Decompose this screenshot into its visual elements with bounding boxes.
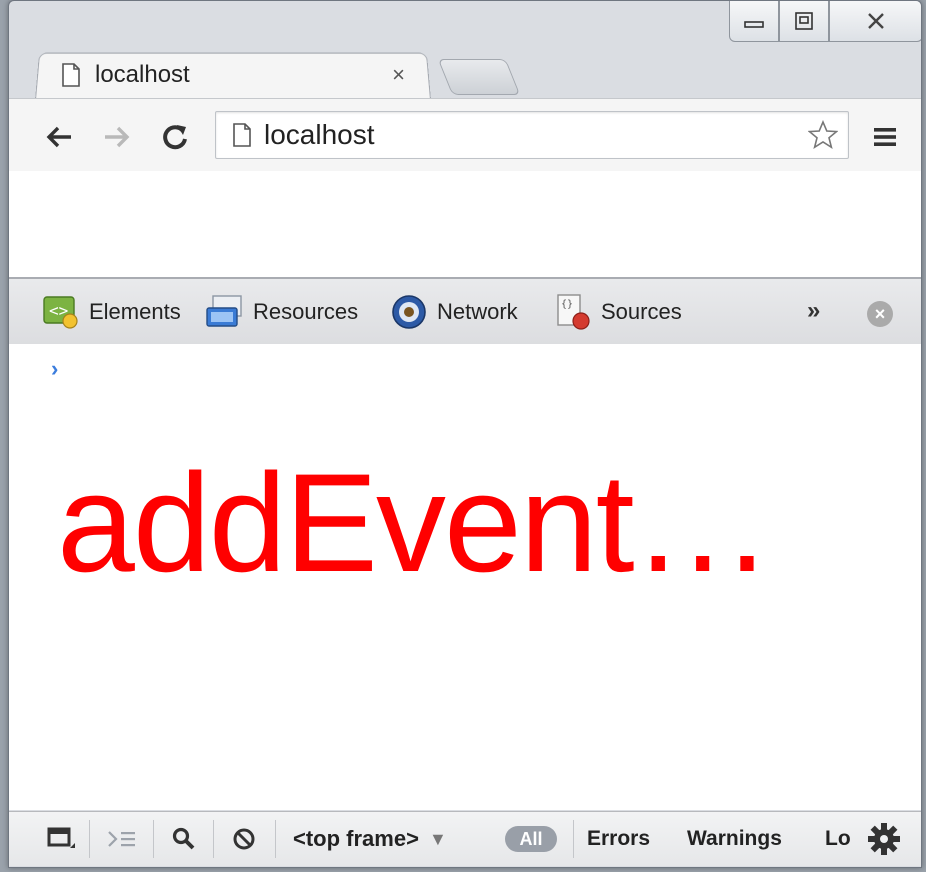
- network-icon: [389, 293, 429, 331]
- tab-strip: localhost ×: [9, 1, 921, 100]
- browser-toolbar: localhost: [9, 98, 921, 172]
- address-bar[interactable]: localhost: [215, 111, 849, 159]
- page-viewport: [9, 171, 921, 277]
- filter-errors[interactable]: Errors: [587, 812, 650, 866]
- more-tabs-button[interactable]: »: [807, 297, 820, 325]
- close-icon: [868, 13, 884, 29]
- restore-button[interactable]: [779, 1, 829, 42]
- tab-close-icon[interactable]: ×: [392, 62, 405, 88]
- overlay-caption: addEvent…: [57, 444, 773, 601]
- sources-icon: {}: [553, 293, 593, 331]
- separator: [89, 820, 90, 858]
- restore-icon: [795, 12, 813, 30]
- resources-icon: [205, 293, 245, 331]
- filter-logs[interactable]: Lo: [825, 812, 851, 866]
- reload-icon: [163, 125, 187, 150]
- console-panel[interactable]: › addEvent…: [9, 344, 921, 810]
- devtools-close-icon[interactable]: ×: [867, 301, 893, 327]
- tab-network[interactable]: Network: [389, 292, 518, 332]
- minimize-icon: [744, 21, 764, 28]
- back-arrow-icon: [46, 126, 71, 148]
- forward-button[interactable]: [97, 117, 137, 157]
- menu-button[interactable]: [865, 119, 905, 155]
- frame-select-value: <top frame>: [293, 826, 419, 851]
- new-tab-button[interactable]: [437, 59, 521, 95]
- filter-warnings[interactable]: Warnings: [687, 812, 782, 866]
- console-prompt-icon: ›: [51, 356, 59, 381]
- separator: [213, 820, 214, 858]
- tab-title: localhost: [95, 61, 190, 88]
- frame-select[interactable]: <top frame> ▼: [293, 812, 447, 866]
- star-icon[interactable]: [808, 120, 838, 150]
- hamburger-menu-icon: [874, 128, 896, 146]
- dock-button[interactable]: [37, 812, 85, 866]
- gear-icon[interactable]: [867, 822, 901, 856]
- dock-icon: [47, 827, 75, 848]
- minimize-button[interactable]: [729, 1, 779, 42]
- clear-icon: [233, 828, 255, 850]
- clear-console-button[interactable]: [219, 812, 269, 866]
- separator: [275, 820, 276, 858]
- tab-sources-label: Sources: [601, 299, 682, 324]
- tab-sources[interactable]: {} Sources: [553, 292, 682, 332]
- search-icon: [172, 827, 195, 850]
- svg-text:{}: {}: [561, 299, 573, 310]
- close-button[interactable]: [829, 1, 921, 42]
- tab-network-label: Network: [437, 299, 518, 324]
- separator: [573, 820, 574, 858]
- tab-elements-label: Elements: [89, 299, 181, 324]
- address-bar-url: localhost: [264, 119, 375, 150]
- page-icon: [62, 63, 80, 87]
- browser-tab-content[interactable]: localhost ×: [61, 58, 421, 92]
- forward-arrow-icon: [105, 126, 130, 148]
- elements-icon: <>: [41, 293, 81, 331]
- back-button[interactable]: [39, 117, 79, 157]
- browser-window: localhost × localhost <> Elements Resour…: [8, 0, 922, 868]
- reload-button[interactable]: [155, 117, 195, 157]
- tab-elements[interactable]: <> Elements: [41, 292, 181, 332]
- drawer-icon: [108, 831, 135, 847]
- show-drawer-button[interactable]: [95, 812, 149, 866]
- devtools-tab-bar: <> Elements Resources Network {} Sources…: [9, 277, 921, 346]
- filter-all-button[interactable]: All: [505, 826, 557, 852]
- window-controls: [729, 1, 921, 43]
- tab-resources[interactable]: Resources: [205, 292, 358, 332]
- separator: [153, 820, 154, 858]
- search-button[interactable]: [159, 812, 209, 866]
- chevron-down-icon: ▼: [428, 828, 447, 849]
- tab-resources-label: Resources: [253, 299, 359, 324]
- page-icon: [233, 123, 251, 147]
- devtools-status-bar: <top frame> ▼ All Errors Warnings Lo: [9, 811, 921, 866]
